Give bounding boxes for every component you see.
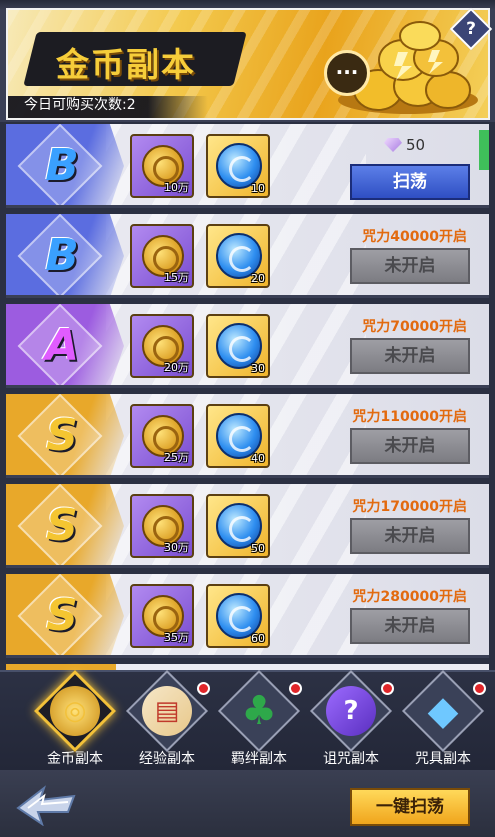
tab-label: 羁绊副本: [231, 751, 287, 767]
unlock-requirement: 咒力70000开启: [362, 319, 467, 335]
dungeon-row: B 10万 10 50 扫荡: [6, 124, 489, 208]
locked-button[interactable]: 未开启: [350, 518, 470, 554]
locked-button[interactable]: 未开启: [350, 428, 470, 464]
rank-letter: S: [46, 410, 78, 461]
notification-dot: [381, 682, 394, 695]
locked-button[interactable]: 未开启: [350, 338, 470, 374]
reward-qty: 60: [251, 632, 265, 645]
locked-button[interactable]: 未开启: [350, 248, 470, 284]
gold-coin-reward[interactable]: 30万: [130, 494, 194, 558]
blue-orb-reward[interactable]: 50: [206, 494, 270, 558]
blue-orb-reward[interactable]: 10: [206, 134, 270, 198]
reward-qty: 30: [251, 362, 265, 375]
tab-clover[interactable]: ♣ 羁绊副本: [214, 669, 304, 768]
dungeon-row: S 25万 40 咒力110000开启未开启: [6, 394, 489, 478]
gold-coin-reward[interactable]: 35万: [130, 584, 194, 648]
blue-orb-reward[interactable]: 40: [206, 404, 270, 468]
reward-qty: 35万: [164, 631, 189, 644]
locked-button[interactable]: 未开启: [350, 608, 470, 644]
blue-orb-reward[interactable]: 60: [206, 584, 270, 648]
reward-qty: 15万: [164, 271, 189, 284]
back-arrow-icon[interactable]: [14, 782, 78, 826]
dungeon-row: B 15万 20 咒力40000开启未开启: [6, 214, 489, 298]
rank-letter: B: [45, 230, 79, 281]
dungeon-list[interactable]: B 10万 10 50 扫荡 B 15万 20 咒力40000开启未开启 A 20万 30 咒力7000…: [0, 122, 495, 670]
clover-icon: ♣: [241, 688, 277, 734]
rank-letter: A: [44, 320, 80, 371]
tab-label: 金币副本: [47, 751, 103, 767]
tab-book[interactable]: ▤ 经验副本: [122, 669, 212, 768]
notification-dot: [197, 682, 210, 695]
bottom-bar: 一键扫荡: [0, 770, 495, 837]
banner: 金币副本 今日可购买次数:2 ···: [6, 8, 490, 120]
help-icon: ?: [466, 19, 476, 39]
notification-dot: [473, 682, 486, 695]
gold-coin-reward[interactable]: 15万: [130, 224, 194, 288]
question-card-icon: ?: [326, 686, 376, 736]
one-key-sweep-button[interactable]: 一键扫荡: [350, 788, 470, 826]
tab-label: 经验副本: [139, 751, 195, 767]
reward-qty: 50: [251, 542, 265, 555]
rank-letter: B: [45, 140, 79, 191]
book-icon: ▤: [142, 686, 192, 736]
reward-qty: 20: [251, 272, 265, 285]
dungeon-row: A 20万 30 咒力70000开启未开启: [6, 304, 489, 388]
notification-dot: [289, 682, 302, 695]
purchase-count-text: 今日可购买次数:2: [24, 97, 136, 113]
gold-coin-reward[interactable]: 20万: [130, 314, 194, 378]
dungeon-row: S 30万 50 咒力170000开启未开启: [6, 484, 489, 568]
blue-orb-reward[interactable]: 20: [206, 224, 270, 288]
rank-letter: S: [46, 500, 78, 551]
dungeon-tabs: ◎ 金币副本 ▤ 经验副本 ♣ 羁绊副本? 诅咒副本 ◆ 咒具副本: [0, 669, 495, 770]
crystal-icon: ◆: [427, 688, 459, 734]
side-tag: [479, 130, 489, 170]
tab-label: 诅咒副本: [323, 751, 379, 767]
blue-orb-reward[interactable]: 30: [206, 314, 270, 378]
gold-coin-reward[interactable]: 25万: [130, 404, 194, 468]
tab-crystal[interactable]: ◆ 咒具副本: [398, 669, 488, 768]
chat-bubble-icon[interactable]: ···: [324, 50, 370, 96]
unlock-requirement: 咒力40000开启: [362, 229, 467, 245]
reward-qty: 10: [251, 182, 265, 195]
unlock-requirement: 咒力170000开启: [352, 499, 467, 515]
coin-icon: ◎: [50, 686, 100, 736]
rank-letter: S: [46, 590, 78, 641]
unlock-requirement: 咒力280000开启: [352, 589, 467, 605]
sweep-cost: 50: [406, 136, 426, 154]
reward-qty: 40: [251, 452, 265, 465]
reward-qty: 10万: [164, 181, 189, 194]
reward-qty: 30万: [164, 541, 189, 554]
diamond-icon: [384, 138, 402, 152]
reward-qty: 25万: [164, 451, 189, 464]
page-title: 金币副本: [56, 45, 196, 84]
gold-coin-reward[interactable]: 10万: [130, 134, 194, 198]
unlock-requirement: 咒力110000开启: [352, 409, 467, 425]
dungeon-row: S 35万 60 咒力280000开启未开启: [6, 574, 489, 658]
tab-coin[interactable]: ◎ 金币副本: [30, 669, 120, 768]
tab-question-card[interactable]: ? 诅咒副本: [306, 669, 396, 768]
tab-label: 咒具副本: [415, 751, 471, 767]
reward-qty: 20万: [164, 361, 189, 374]
sweep-button[interactable]: 扫荡: [350, 164, 470, 200]
